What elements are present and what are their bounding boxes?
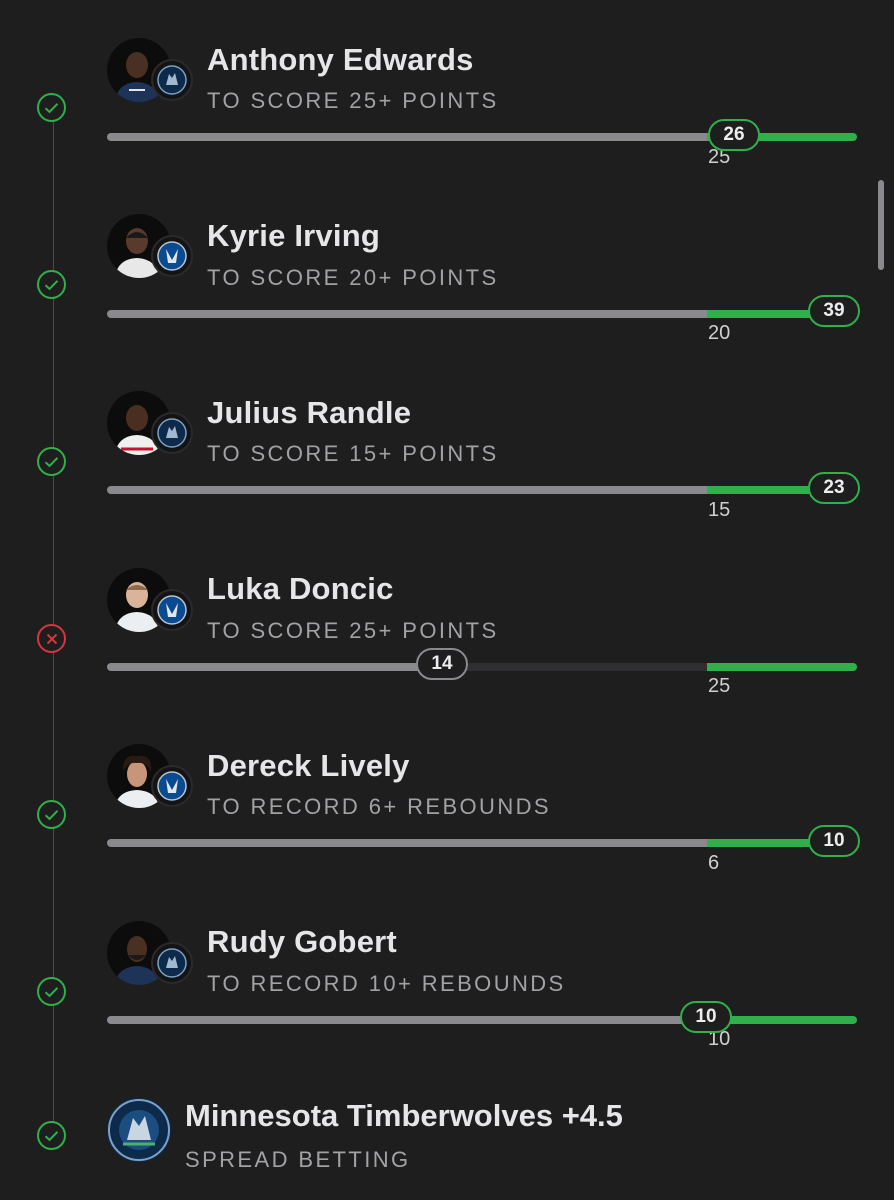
player-name: Kyrie Irving (207, 218, 380, 253)
won-check-icon (37, 800, 66, 829)
progress-track (107, 1016, 857, 1024)
progress-fill (107, 839, 707, 847)
spread-title: Minnesota Timberwolves +4.5 (185, 1098, 623, 1133)
player-name: Luka Doncic (207, 571, 394, 606)
prop-description: TO SCORE 25+ POINTS (207, 618, 499, 643)
mavericks-logo-icon (151, 765, 193, 807)
prop-description: TO SCORE 20+ POINTS (207, 265, 499, 290)
target-value: 20 (708, 322, 731, 344)
actual-value-pill: 23 (808, 472, 860, 504)
player-name: Anthony Edwards (207, 42, 474, 77)
prop-description: TO SCORE 25+ POINTS (207, 88, 499, 113)
player-name: Julius Randle (207, 395, 412, 430)
actual-value-pill: 26 (708, 119, 760, 151)
won-check-icon (37, 977, 66, 1006)
progress-fill (107, 663, 443, 671)
progress-track (107, 663, 857, 671)
prop-description: TO SCORE 15+ POINTS (207, 441, 499, 466)
player-name: Rudy Gobert (207, 924, 397, 959)
timberwolves-logo-icon (151, 59, 193, 101)
progress-fill (107, 486, 707, 494)
actual-value-pill: 39 (808, 295, 860, 327)
mavericks-logo-icon (151, 589, 193, 631)
actual-value-pill: 10 (808, 825, 860, 857)
progress-track (107, 839, 857, 847)
progress-track (107, 310, 857, 318)
won-check-icon (37, 1121, 66, 1150)
target-segment (707, 663, 857, 671)
target-value: 6 (708, 852, 720, 874)
progress-track (107, 486, 857, 494)
target-value: 25 (708, 675, 731, 697)
won-check-icon (37, 270, 66, 299)
won-check-icon (37, 93, 66, 122)
timberwolves-logo-icon (151, 412, 193, 454)
bet-slip-legs: Anthony Edwards TO SCORE 25+ POINTS 25 2… (0, 0, 894, 1200)
progress-fill (107, 133, 707, 141)
prop-description: TO RECORD 6+ REBOUNDS (207, 794, 551, 819)
player-name: Dereck Lively (207, 748, 410, 783)
won-check-icon (37, 447, 66, 476)
mavericks-logo-icon (151, 235, 193, 277)
timberwolves-logo-icon (107, 1098, 171, 1162)
actual-value-pill: 14 (416, 648, 468, 680)
timberwolves-logo-icon (151, 942, 193, 984)
spread-subtitle: SPREAD BETTING (185, 1147, 411, 1172)
actual-value-pill: 10 (680, 1001, 732, 1033)
target-value: 15 (708, 499, 731, 521)
lost-x-icon (37, 624, 66, 653)
progress-fill (107, 310, 707, 318)
prop-description: TO RECORD 10+ REBOUNDS (207, 971, 566, 996)
progress-fill (107, 1016, 707, 1024)
scrollbar-thumb[interactable] (878, 180, 884, 270)
